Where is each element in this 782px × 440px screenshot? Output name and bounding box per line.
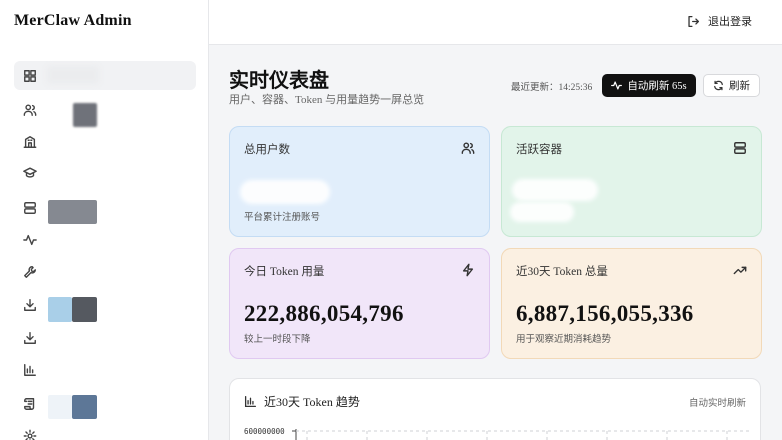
sidebar-label-redacted <box>48 395 72 419</box>
bar-chart-icon <box>244 395 257 408</box>
sidebar-item-organizations[interactable] <box>14 127 196 156</box>
card-note-redacted <box>510 202 574 222</box>
sidebar-item-downloads[interactable] <box>14 290 196 319</box>
trend-title-text: 近30天 Token 趋势 <box>264 395 360 409</box>
logout-button[interactable]: 退出登录 <box>687 13 752 29</box>
wrench-icon <box>23 265 37 279</box>
refresh-label: 刷新 <box>729 81 750 92</box>
sidebar-item-imports[interactable] <box>14 323 196 352</box>
sidebar: MerClaw Admin <box>0 0 209 440</box>
sidebar-label-redacted <box>47 66 99 84</box>
bar-chart-icon <box>23 363 37 377</box>
building-icon <box>23 135 37 149</box>
sidebar-label-redacted <box>72 297 97 322</box>
sidebar-item-dashboard[interactable] <box>14 61 196 90</box>
month-tokens-card: 近30天 Token 总量 6,887,156,055,336 用于观察近期消耗… <box>501 248 762 359</box>
dashboard-icon <box>23 69 37 83</box>
logout-label: 退出登录 <box>708 15 752 28</box>
scroll-icon <box>23 397 37 411</box>
card-title: 总用户数 <box>244 144 290 156</box>
token-trend-panel: 近30天 Token 趋势 自动实时刷新 600000000 <box>229 378 761 440</box>
sidebar-item-users[interactable] <box>14 95 196 124</box>
activity-icon <box>23 233 37 247</box>
sidebar-item-tools[interactable] <box>14 257 196 286</box>
users-icon <box>461 141 475 155</box>
total-users-card: 总用户数 平台累计注册账号 <box>229 126 490 237</box>
gear-icon <box>23 429 37 440</box>
sidebar-item-containers[interactable] <box>14 193 196 222</box>
card-value: 6,887,156,055,336 <box>516 301 694 326</box>
trending-up-icon <box>733 263 747 277</box>
sidebar-item-activity[interactable] <box>14 225 196 254</box>
top-bar: 退出登录 <box>209 0 782 45</box>
sidebar-label-redacted <box>48 297 72 322</box>
card-title: 今日 Token 用量 <box>244 266 325 278</box>
y-tick-label: 600000000 <box>244 427 285 436</box>
card-value-redacted <box>512 179 598 201</box>
page-title: 实时仪表盘 <box>229 68 329 92</box>
sidebar-item-logs[interactable] <box>14 389 196 418</box>
logout-icon <box>688 15 700 27</box>
card-note: 用于观察近期消耗趋势 <box>516 335 612 345</box>
graduation-cap-icon <box>23 166 37 180</box>
server-icon <box>733 141 747 155</box>
trend-title: 近30天 Token 趋势 <box>244 393 360 410</box>
sidebar-label-redacted <box>48 200 97 224</box>
sidebar-label-redacted <box>73 103 97 127</box>
activity-icon <box>611 81 623 90</box>
auto-live-refresh-label: 自动实时刷新 <box>688 399 746 409</box>
page-subtitle: 用户、容器、Token 与用量趋势一屏总览 <box>229 94 425 106</box>
download-icon <box>23 298 37 312</box>
card-note: 平台累计注册账号 <box>244 213 321 223</box>
last-update-time: 最近更新：14:25:36 <box>511 83 593 93</box>
card-note: 较上一时段下降 <box>244 335 311 345</box>
server-icon <box>23 201 37 215</box>
card-value-redacted <box>240 180 330 204</box>
users-icon <box>23 103 37 117</box>
refresh-icon <box>714 80 723 91</box>
auto-refresh-button[interactable]: 自动刷新 65s <box>602 74 696 97</box>
auto-refresh-label: 自动刷新 65s <box>627 81 687 92</box>
card-value: 222,886,054,796 <box>244 301 404 326</box>
active-containers-card: 活跃容器 <box>501 126 762 237</box>
brand-logo: MerClaw Admin <box>14 12 132 29</box>
sidebar-item-settings[interactable] <box>14 421 196 440</box>
y-axis <box>292 429 297 440</box>
download-icon <box>23 331 37 345</box>
card-title: 活跃容器 <box>516 144 562 156</box>
lightning-icon <box>461 263 475 277</box>
refresh-button[interactable]: 刷新 <box>703 74 760 97</box>
today-tokens-card: 今日 Token 用量 222,886,054,796 较上一时段下降 <box>229 248 490 359</box>
card-title: 近30天 Token 总量 <box>516 266 608 278</box>
sidebar-label-redacted <box>72 395 97 419</box>
sidebar-item-education[interactable] <box>14 158 196 187</box>
sidebar-item-statistics[interactable] <box>14 355 196 384</box>
trend-chart <box>292 429 750 440</box>
